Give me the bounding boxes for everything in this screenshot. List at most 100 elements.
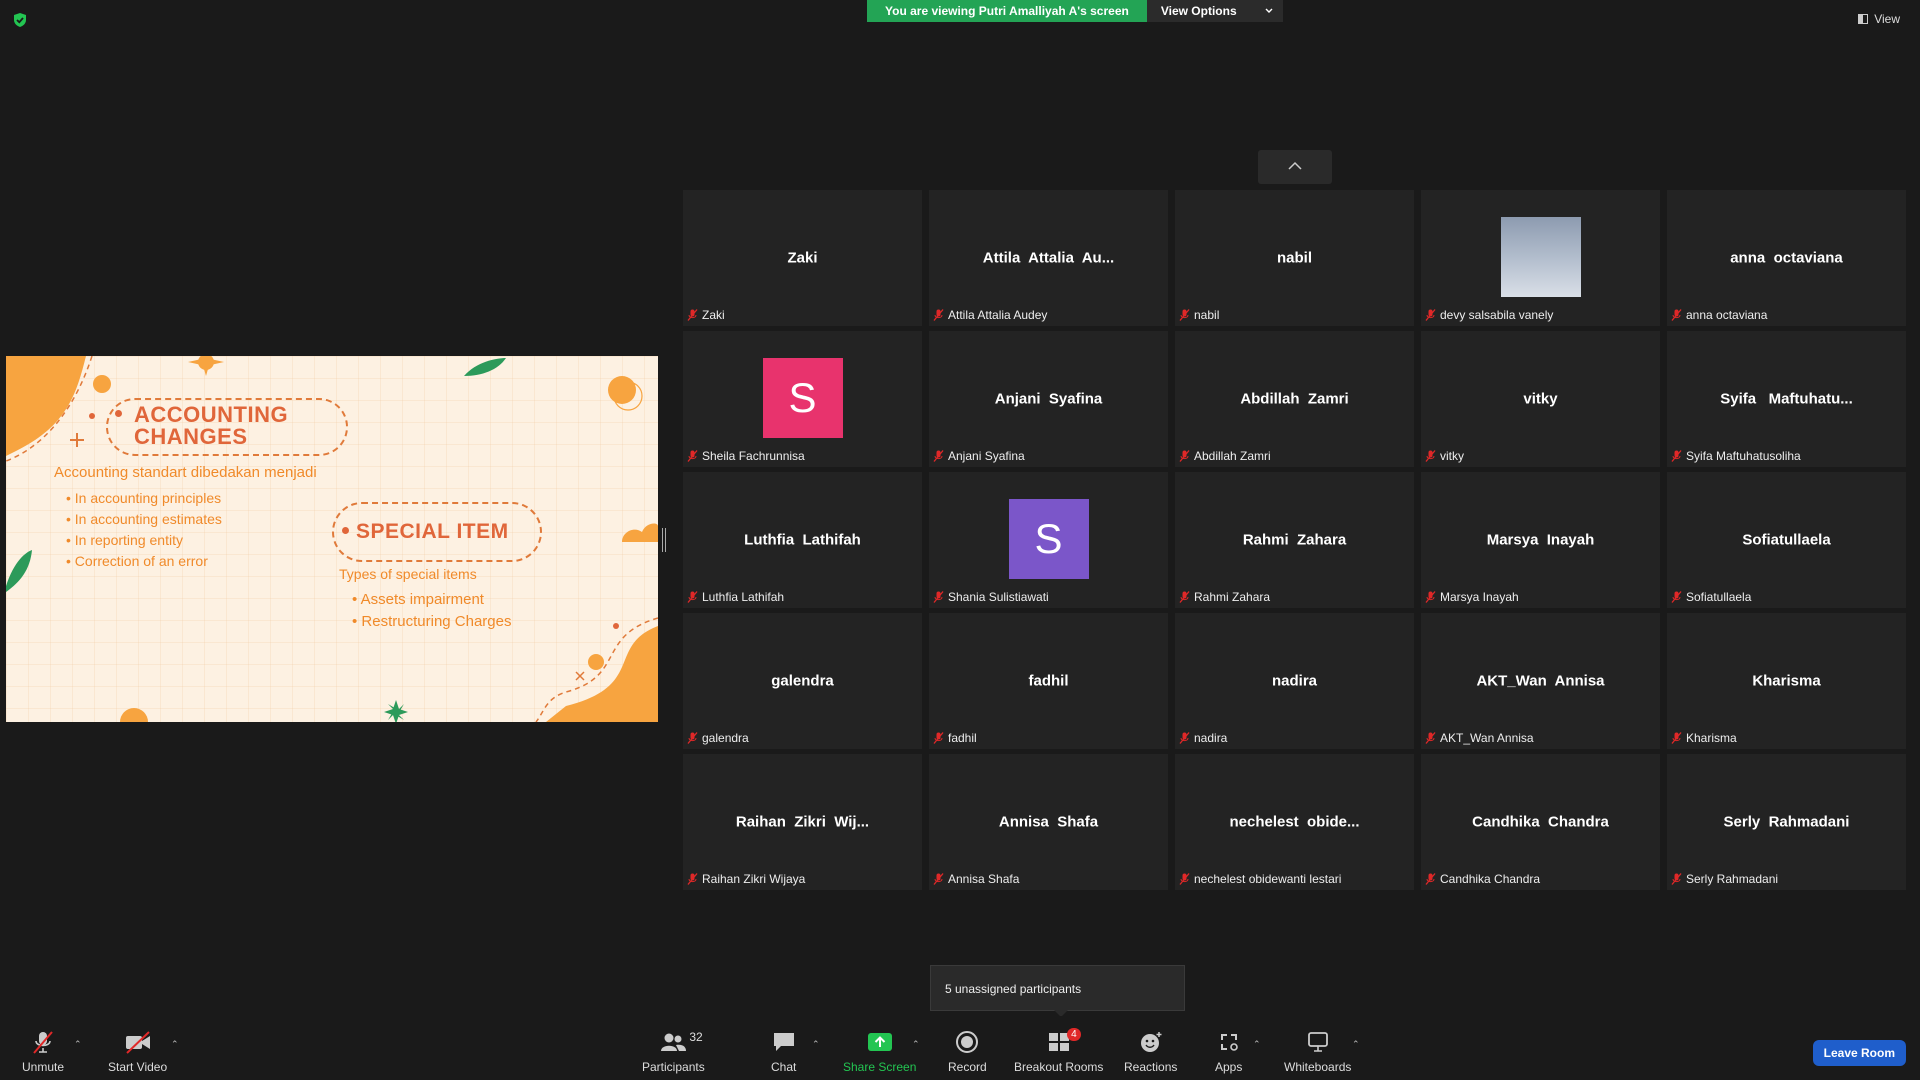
participant-tile[interactable]: galendra galendra <box>683 613 922 749</box>
audio-options-caret[interactable]: ⌃ <box>74 1039 82 1050</box>
apps-button[interactable]: Apps <box>1215 1028 1242 1074</box>
resize-splitter[interactable] <box>662 528 666 552</box>
record-label: Record <box>948 1060 987 1074</box>
share-options-caret[interactable]: ⌃ <box>912 1039 920 1050</box>
participant-tile[interactable]: Kharisma Kharisma <box>1667 613 1906 749</box>
slide-subtitle-2: Types of special items <box>339 566 477 582</box>
participant-display-name: Serly Rahmadani <box>1723 813 1850 831</box>
unmute-button[interactable]: Unmute <box>22 1028 64 1074</box>
security-shield-icon[interactable] <box>12 12 28 28</box>
participant-tile[interactable]: anna octaviana anna octaviana <box>1667 190 1906 326</box>
chat-button[interactable]: Chat <box>771 1028 796 1074</box>
muted-mic-icon <box>933 591 944 603</box>
participant-name-label: devy salsabila vanely <box>1425 308 1553 322</box>
participant-display-name: vitky <box>1523 390 1558 408</box>
view-options-button[interactable]: View Options <box>1146 0 1283 22</box>
meeting-toolbar: Unmute ⌃ Start Video ⌃ 32 Participants C… <box>0 1016 1920 1080</box>
record-button[interactable]: Record <box>948 1028 987 1074</box>
mic-off-icon <box>33 1031 53 1054</box>
apps-options-caret[interactable]: ⌃ <box>1253 1039 1261 1050</box>
participant-name-label: Anjani Syafina <box>933 449 1025 463</box>
participant-tile[interactable]: fadhil fadhil <box>929 613 1168 749</box>
muted-mic-icon <box>687 309 698 321</box>
chevron-up-icon <box>1288 161 1302 170</box>
participant-name-text: galendra <box>702 731 749 745</box>
participant-name-text: Syifa Maftuhatusoliha <box>1686 449 1801 463</box>
participant-name-text: Marsya Inayah <box>1440 590 1519 604</box>
breakout-rooms-button[interactable]: 4 Breakout Rooms <box>1014 1028 1103 1074</box>
participant-tile[interactable]: Raihan Zikri Wij... Raihan Zikri Wijaya <box>683 754 922 890</box>
view-button[interactable]: View <box>1858 12 1900 26</box>
participant-tile[interactable]: Candhika Chandra Candhika Chandra <box>1421 754 1660 890</box>
record-icon <box>956 1031 979 1053</box>
participant-tile[interactable]: nabil nabil <box>1175 190 1414 326</box>
view-layout-icon <box>1858 14 1869 24</box>
muted-mic-icon <box>1179 873 1190 885</box>
share-screen-button[interactable]: Share Screen <box>843 1028 916 1074</box>
chat-options-caret[interactable]: ⌃ <box>812 1039 820 1050</box>
whiteboards-button[interactable]: Whiteboards <box>1284 1028 1351 1074</box>
participant-tile[interactable]: AKT_Wan Annisa AKT_Wan Annisa <box>1421 613 1660 749</box>
participant-tile[interactable]: devy salsabila vanely <box>1421 190 1660 326</box>
start-video-button[interactable]: Start Video <box>108 1028 167 1074</box>
participant-tile[interactable]: vitky vitky <box>1421 331 1660 467</box>
participant-name-text: Attila Attalia Audey <box>948 308 1048 322</box>
chat-label: Chat <box>771 1060 797 1074</box>
participant-name-text: Shania Sulistiawati <box>948 590 1049 604</box>
slide-bullet: Assets impairment <box>352 591 512 608</box>
participant-name-label: Annisa Shafa <box>933 872 1019 886</box>
participant-tile[interactable]: Abdillah Zamri Abdillah Zamri <box>1175 331 1414 467</box>
participant-name-label: galendra <box>687 731 749 745</box>
participant-display-name: galendra <box>771 672 834 690</box>
muted-mic-icon <box>1671 732 1682 744</box>
participant-gallery: Zaki Zaki Attila Attalia Au... Attila Attal… <box>683 190 1908 890</box>
participant-tile[interactable]: Rahmi Zahara Rahmi Zahara <box>1175 472 1414 608</box>
whiteboard-options-caret[interactable]: ⌃ <box>1352 1039 1360 1050</box>
participant-tile[interactable]: Anjani Syafina Anjani Syafina <box>929 331 1168 467</box>
reactions-label: Reactions <box>1124 1060 1178 1074</box>
participant-display-name: anna octaviana <box>1730 249 1843 267</box>
chat-icon <box>773 1033 794 1051</box>
participant-name-text: Luthfia Lathifah <box>702 590 785 604</box>
muted-mic-icon <box>933 732 944 744</box>
participant-name-label: Rahmi Zahara <box>1179 590 1270 604</box>
participant-name-text: nabil <box>1194 308 1220 322</box>
participant-tile[interactable]: Luthfia Lathifah Luthfia Lathifah <box>683 472 922 608</box>
reactions-button[interactable]: Reactions <box>1124 1028 1177 1074</box>
participant-display-name: Candhika Chandra <box>1472 813 1609 831</box>
participant-tile[interactable]: Syifa Maftuhatu... Syifa Maftuhatusoliha <box>1667 331 1906 467</box>
muted-mic-icon <box>933 309 944 321</box>
leave-room-button[interactable]: Leave Room <box>1812 1040 1906 1066</box>
muted-mic-icon <box>1425 450 1436 462</box>
participant-name-text: Candhika Chandra <box>1440 872 1541 886</box>
participant-tile[interactable]: Serly Rahmadani Serly Rahmadani <box>1667 754 1906 890</box>
slide-bullet: In accounting principles <box>66 490 222 506</box>
participants-label: Participants <box>642 1060 705 1074</box>
participant-tile[interactable]: S Sheila Fachrunnisa <box>683 331 922 467</box>
participant-display-name: AKT_Wan Annisa <box>1476 672 1605 690</box>
participant-tile[interactable]: Marsya Inayah Marsya Inayah <box>1421 472 1660 608</box>
participant-tile[interactable]: Zaki Zaki <box>683 190 922 326</box>
participant-tile[interactable]: S Shania Sulistiawati <box>929 472 1168 608</box>
collapse-gallery-button[interactable] <box>1258 150 1332 184</box>
participant-name-text: Serly Rahmadani <box>1686 872 1779 886</box>
slide-bullet: In accounting estimates <box>66 511 222 527</box>
breakout-rooms-label: Breakout Rooms <box>1014 1060 1104 1074</box>
participant-display-name: Kharisma <box>1752 672 1821 690</box>
participant-name-label: Sofiatullaela <box>1671 590 1751 604</box>
participant-tile[interactable]: nadira nadira <box>1175 613 1414 749</box>
participant-name-text: Rahmi Zahara <box>1194 590 1271 604</box>
participant-name-label: AKT_Wan Annisa <box>1425 731 1534 745</box>
participant-name-label: Sheila Fachrunnisa <box>687 449 805 463</box>
participant-tile[interactable]: Attila Attalia Au... Attila Attalia Audey <box>929 190 1168 326</box>
video-options-caret[interactable]: ⌃ <box>171 1039 179 1050</box>
slide-bullet: In reporting entity <box>66 532 222 548</box>
participant-name-label: Luthfia Lathifah <box>687 590 784 604</box>
participant-tile[interactable]: nechelest obide... nechelest obidewanti l… <box>1175 754 1414 890</box>
participants-button[interactable]: 32 Participants <box>642 1028 705 1074</box>
participant-tile[interactable]: Sofiatullaela Sofiatullaela <box>1667 472 1906 608</box>
muted-mic-icon <box>1671 873 1682 885</box>
participant-name-label: Shania Sulistiawati <box>933 590 1049 604</box>
screen-share-banner: You are viewing Putri Amalliyah A's scre… <box>867 0 1283 22</box>
participant-tile[interactable]: Annisa Shafa Annisa Shafa <box>929 754 1168 890</box>
